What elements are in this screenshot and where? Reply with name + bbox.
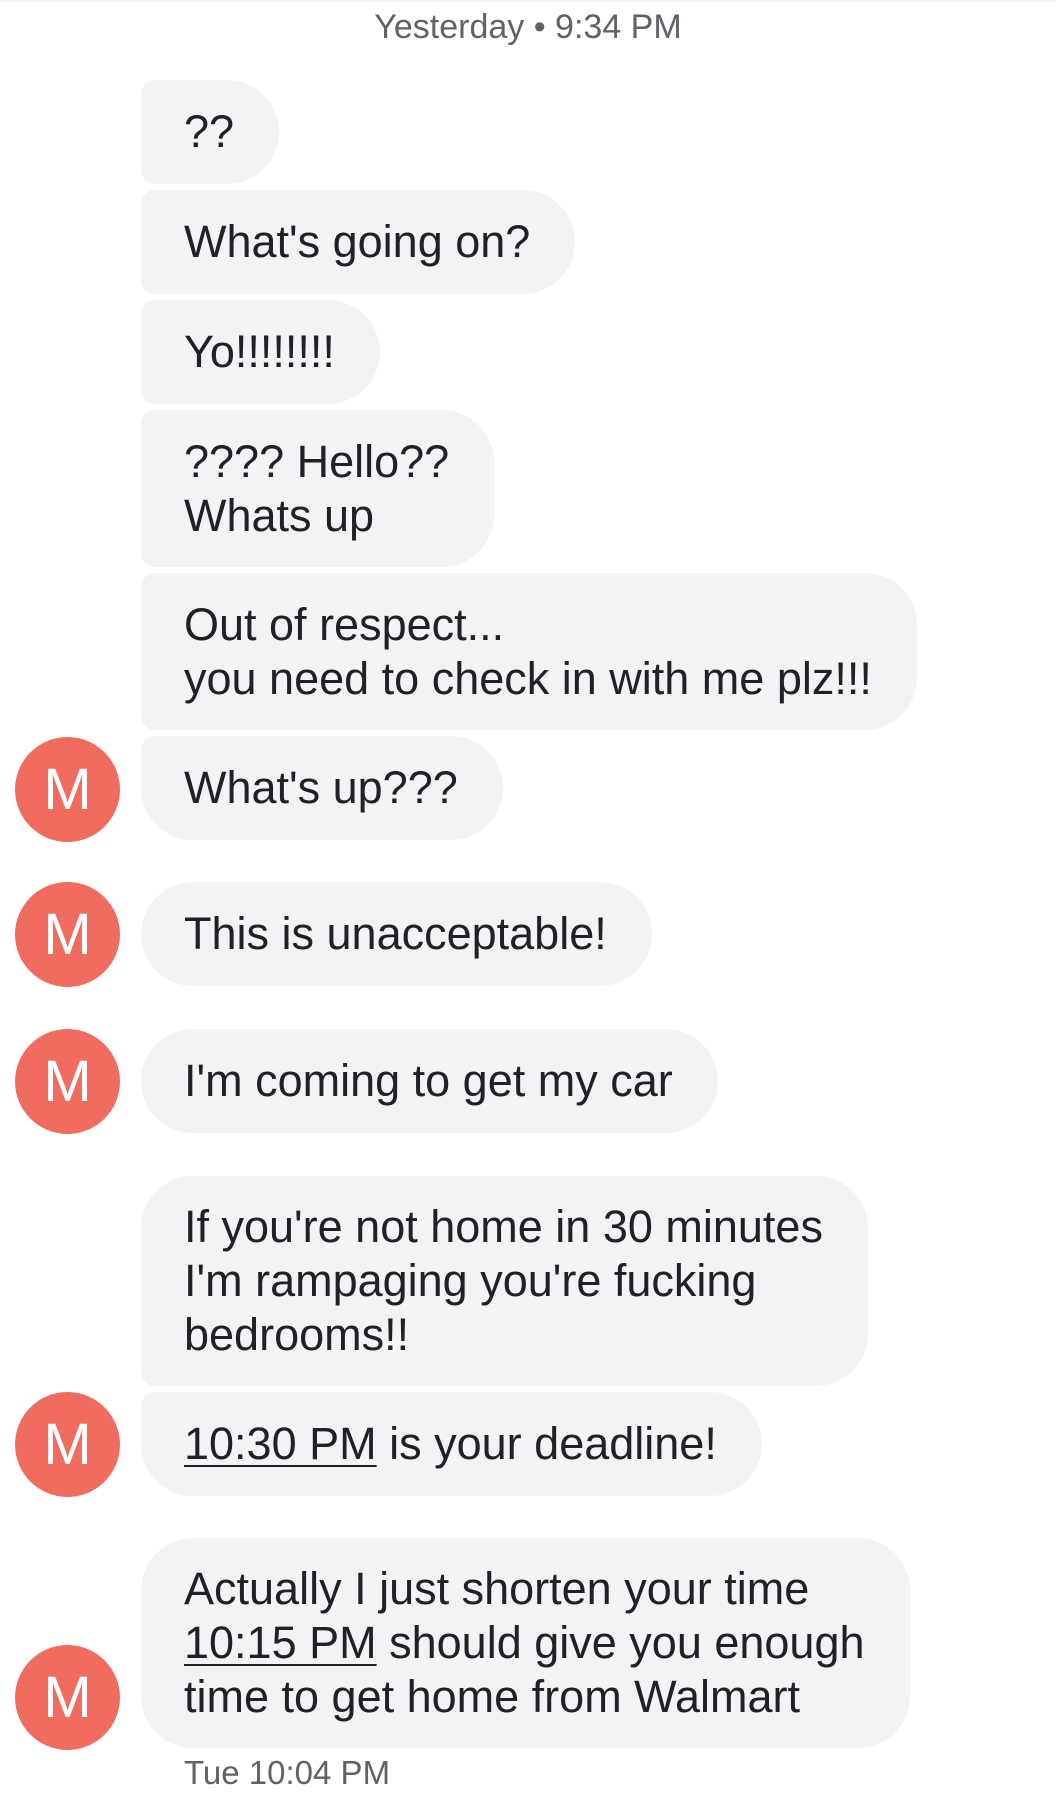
message-text-rest: is your deadline! xyxy=(376,1418,717,1469)
message-bubble[interactable]: Out of respect... you need to check in w… xyxy=(141,573,917,730)
message-text: What's going on? xyxy=(184,216,531,267)
sender-avatar[interactable]: M xyxy=(15,1392,120,1497)
message-bubble[interactable]: This is unacceptable! xyxy=(141,882,652,986)
sender-avatar[interactable]: M xyxy=(15,737,120,842)
message-text-rest: should give you enough xyxy=(376,1617,865,1668)
sender-avatar[interactable]: M xyxy=(15,1029,120,1134)
message-text: If you're not home in 30 minutes xyxy=(184,1201,823,1252)
time-link[interactable]: 10:15 PM xyxy=(184,1617,377,1668)
message-text: ?? xyxy=(184,106,235,157)
sender-avatar[interactable]: M xyxy=(15,1645,120,1750)
message-bubble[interactable]: ???? Hello?? Whats up xyxy=(141,410,495,567)
message-bubble[interactable]: What's going on? xyxy=(141,190,576,294)
message-bubble[interactable]: If you're not home in 30 minutes I'm ram… xyxy=(141,1176,868,1386)
message-bubble[interactable]: 10:30 PM is your deadline! xyxy=(141,1392,762,1496)
message-text: bedrooms!! xyxy=(184,1309,410,1360)
message-bubble[interactable]: I'm coming to get my car xyxy=(141,1029,718,1133)
message-text: Yo!!!!!!!! xyxy=(184,326,335,377)
message-bubble[interactable]: ?? xyxy=(141,80,280,184)
message-bubble[interactable]: Yo!!!!!!!! xyxy=(141,300,380,404)
message-bubble[interactable]: Actually I just shorten your time 10:15 … xyxy=(141,1538,910,1748)
message-text: I'm coming to get my car xyxy=(184,1055,673,1106)
message-bubble[interactable]: What's up??? xyxy=(141,736,503,840)
message-text: Whats up xyxy=(184,489,375,541)
message-text: time to get home from Walmart xyxy=(184,1671,801,1722)
message-text: Actually I just shorten your time xyxy=(184,1563,810,1614)
sender-avatar[interactable]: M xyxy=(15,882,120,987)
message-text: Out of respect... xyxy=(184,598,505,650)
message-text: 10:30 PM is your deadline! xyxy=(184,1417,717,1471)
conversation-timestamp: Yesterday • 9:34 PM xyxy=(374,8,682,46)
message-text: ???? Hello?? xyxy=(184,435,450,487)
time-link[interactable]: 10:30 PM xyxy=(184,1418,377,1469)
message-text: 10:15 PM should give you enough xyxy=(184,1616,865,1670)
top-divider xyxy=(0,0,1056,2)
message-text: What's up??? xyxy=(184,762,458,813)
message-text: you need to check in with me plz!!! xyxy=(184,652,872,704)
message-text: This is unacceptable! xyxy=(184,908,607,959)
message-text: I'm rampaging you're fucking xyxy=(184,1255,757,1306)
message-timestamp: Tue 10:04 PM xyxy=(184,1754,391,1791)
